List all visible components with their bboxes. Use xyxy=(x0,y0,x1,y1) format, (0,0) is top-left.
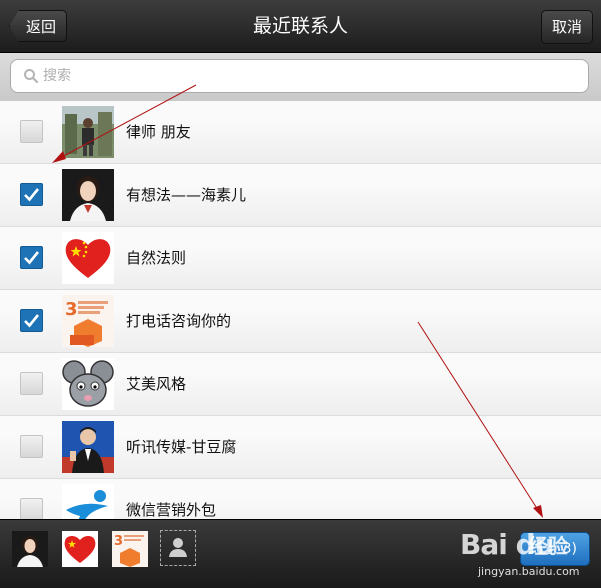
contact-row[interactable]: 有想法——海素儿 xyxy=(0,164,601,227)
checkbox[interactable] xyxy=(20,372,43,395)
avatar: 3 xyxy=(62,295,114,347)
contact-name: 微信营销外包 xyxy=(126,501,217,519)
contact-name: 律师 朋友 xyxy=(126,123,191,141)
contact-row[interactable]: 自然法则 xyxy=(0,227,601,290)
contact-row[interactable]: 律师 朋友 xyxy=(0,101,601,164)
contact-name: 艾美风格 xyxy=(126,375,187,393)
checkmark-icon xyxy=(24,188,40,202)
contact-name: 自然法则 xyxy=(126,249,187,267)
checkbox[interactable] xyxy=(20,435,43,458)
watermark-site: jingyan.baidu.com xyxy=(478,565,580,578)
search-icon xyxy=(24,69,39,84)
avatar xyxy=(62,232,114,284)
navigation-bar: 返回 最近联系人 取消 xyxy=(0,0,601,53)
cancel-button[interactable]: 取消 xyxy=(541,10,593,44)
contact-name: 打电话咨询你的 xyxy=(126,312,232,330)
empty-slot xyxy=(160,530,196,566)
avatar xyxy=(62,484,114,519)
search-placeholder: 搜索 xyxy=(43,68,71,84)
contact-row[interactable]: 听讯传媒-甘豆腐 xyxy=(0,416,601,479)
checkbox[interactable] xyxy=(20,309,43,332)
selected-avatar[interactable]: 3 xyxy=(112,531,148,567)
contact-row[interactable]: 艾美风格 xyxy=(0,353,601,416)
checkbox[interactable] xyxy=(20,120,43,143)
avatar xyxy=(62,421,114,473)
avatar xyxy=(62,169,114,221)
contact-row[interactable]: 微信营销外包 xyxy=(0,479,601,519)
checkbox[interactable] xyxy=(20,498,43,519)
svg-text:3: 3 xyxy=(65,299,78,320)
contact-name: 听讯传媒-甘豆腐 xyxy=(126,438,237,456)
search-bar: 搜索 xyxy=(0,53,601,102)
contact-name: 有想法——海素儿 xyxy=(126,186,247,204)
avatar xyxy=(62,358,114,410)
page-title: 最近联系人 xyxy=(252,15,348,37)
svg-text:3: 3 xyxy=(114,534,123,549)
selected-avatar[interactable] xyxy=(62,531,98,567)
checkmark-icon xyxy=(24,251,40,265)
checkbox[interactable] xyxy=(20,183,43,206)
watermark-text: 经验 xyxy=(528,534,568,558)
selected-avatar[interactable] xyxy=(12,531,48,567)
avatar xyxy=(62,106,114,158)
search-input[interactable]: 搜索 xyxy=(10,59,589,93)
checkmark-icon xyxy=(24,314,40,328)
contact-list: 律师 朋友 有想法——海素儿 自然法则 3 打电话咨询你的 艾美风格 听讯传媒-… xyxy=(0,101,601,519)
selected-bar: 3 3) Bai du 经验 jingyan.baidu.com xyxy=(0,519,601,588)
contact-row[interactable]: 3 打电话咨询你的 xyxy=(0,290,601,353)
checkbox[interactable] xyxy=(20,246,43,269)
person-icon xyxy=(169,538,187,557)
